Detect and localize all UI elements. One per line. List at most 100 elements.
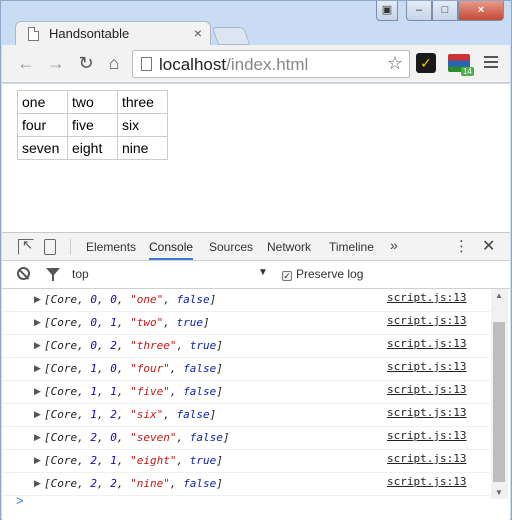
table-cell[interactable]: seven <box>17 136 68 160</box>
console-scrollbar[interactable]: ▲ ▼ <box>491 289 508 499</box>
console-entry[interactable]: ▶ [Core, 2, 1, "eight", true] script.js:13 <box>2 450 490 473</box>
devtools-menu-icon[interactable]: ⋮ <box>454 237 469 255</box>
scrollbar-thumb[interactable] <box>493 322 505 482</box>
back-icon[interactable]: ← <box>14 51 38 75</box>
inspect-element-icon[interactable] <box>18 237 34 255</box>
page-content: one two three four five six seven eight nine <box>2 84 510 232</box>
source-link[interactable]: script.js:13 <box>387 383 466 396</box>
console-message: [Core, 0, 0, "one", false] <box>44 293 217 306</box>
console-entry[interactable]: ▶ [Core, 2, 2, "nine", false] script.js:13 <box>2 473 490 496</box>
flag-value: false <box>183 477 217 490</box>
console-entry[interactable]: ▶ [Core, 1, 2, "six", false] script.js:13 <box>2 404 490 427</box>
console-message: [Core, 2, 0, "seven", false] <box>44 431 230 444</box>
chevron-down-icon[interactable]: ▼ <box>258 267 268 278</box>
menu-icon[interactable] <box>484 53 498 73</box>
scroll-up-icon[interactable]: ▲ <box>495 291 503 300</box>
table-cell[interactable]: two <box>67 90 118 114</box>
col-index: 0 <box>110 293 117 306</box>
user-profile-icon[interactable]: ▣ <box>376 1 398 21</box>
expand-triangle-icon[interactable]: ▶ <box>34 363 41 374</box>
col-index: 1 <box>110 316 117 329</box>
bookmark-star-icon[interactable]: ☆ <box>387 53 403 74</box>
console-message: [Core, 0, 1, "two", true] <box>44 316 210 329</box>
tab-timeline[interactable]: Timeline <box>329 240 374 254</box>
source-link[interactable]: script.js:13 <box>387 452 466 465</box>
cell-value: "seven" <box>130 431 177 444</box>
extension-calendar-icon[interactable] <box>448 54 475 76</box>
divider <box>70 239 71 255</box>
source-link[interactable]: script.js:13 <box>387 360 466 373</box>
address-bar[interactable]: localhost/index.html ☆ <box>132 50 410 78</box>
tab-strip: Handsontable × ▣ – □ × <box>1 1 511 47</box>
source-link[interactable]: script.js:13 <box>387 429 466 442</box>
clear-console-icon[interactable] <box>17 267 30 280</box>
source-link[interactable]: script.js:13 <box>387 314 466 327</box>
devtools-panel: Elements Console Sources Network Timelin… <box>2 232 510 520</box>
table-cell[interactable]: four <box>17 113 68 137</box>
device-mode-icon[interactable] <box>44 239 56 255</box>
console-entry[interactable]: ▶ [Core, 0, 2, "three", true] script.js:13 <box>2 335 490 358</box>
table-row: four five six <box>17 113 168 137</box>
table-cell[interactable]: six <box>117 113 168 137</box>
source-link[interactable]: script.js:13 <box>387 337 466 350</box>
tab-sources[interactable]: Sources <box>209 240 253 254</box>
table-cell[interactable]: three <box>117 90 168 114</box>
flag-value: false <box>183 385 217 398</box>
table-row: seven eight nine <box>17 136 168 160</box>
expand-triangle-icon[interactable]: ▶ <box>34 455 41 466</box>
browser-tab[interactable]: Handsontable × <box>15 21 211 47</box>
expand-triangle-icon[interactable]: ▶ <box>34 294 41 305</box>
extension-icon[interactable]: ✓ <box>416 53 436 73</box>
console-prompt[interactable]: > <box>16 493 24 508</box>
row-index: 2 <box>90 431 97 444</box>
table-cell[interactable]: nine <box>117 136 168 160</box>
console-entry[interactable]: ▶ [Core, 2, 0, "seven", false] script.js:1… <box>2 427 490 450</box>
tab-close-icon[interactable]: × <box>194 25 202 41</box>
new-tab-button[interactable] <box>211 27 251 45</box>
tab-console[interactable]: Console <box>149 240 194 260</box>
console-entry[interactable]: ▶ [Core, 1, 0, "four", false] script.js:13 <box>2 358 490 381</box>
expand-triangle-icon[interactable]: ▶ <box>34 386 41 397</box>
source-link[interactable]: script.js:13 <box>387 406 466 419</box>
console-entry[interactable]: ▶ [Core, 0, 1, "two", true] script.js:13 <box>2 312 490 335</box>
maximize-button[interactable]: □ <box>432 1 458 21</box>
tab-elements[interactable]: Elements <box>86 240 136 254</box>
console-entry[interactable]: ▶ [Core, 0, 0, "one", false] script.js:13 <box>2 289 490 312</box>
page-icon <box>28 27 39 41</box>
flag-value: false <box>183 362 217 375</box>
checkbox-checked-icon[interactable]: ✓ <box>282 271 292 281</box>
row-index: 2 <box>90 477 97 490</box>
expand-triangle-icon[interactable]: ▶ <box>34 478 41 489</box>
filter-icon[interactable] <box>46 268 60 281</box>
context-selector[interactable]: top <box>72 267 89 281</box>
console-message: [Core, 1, 2, "six", false] <box>44 408 217 421</box>
devtools-close-icon[interactable]: ✕ <box>482 236 495 256</box>
col-index: 0 <box>110 431 117 444</box>
source-link[interactable]: script.js:13 <box>387 475 466 488</box>
forward-icon[interactable]: → <box>44 51 68 75</box>
table-cell[interactable]: five <box>67 113 118 137</box>
flag-value: false <box>176 408 210 421</box>
close-window-button[interactable]: × <box>458 1 504 21</box>
console-message: [Core, 2, 2, "nine", false] <box>44 477 223 490</box>
console-message: [Core, 2, 1, "eight", true] <box>44 454 223 467</box>
more-tabs-icon[interactable]: » <box>390 237 398 253</box>
col-index: 1 <box>110 385 117 398</box>
cell-value: "six" <box>130 408 164 421</box>
preserve-log-checkbox[interactable]: ✓ Preserve log <box>282 267 363 281</box>
table-cell[interactable]: one <box>17 90 68 114</box>
reload-icon[interactable]: ↻ <box>74 51 98 75</box>
console-entry[interactable]: ▶ [Core, 1, 1, "five", false] script.js:13 <box>2 381 490 404</box>
expand-triangle-icon[interactable]: ▶ <box>34 409 41 420</box>
expand-triangle-icon[interactable]: ▶ <box>34 432 41 443</box>
home-icon[interactable]: ⌂ <box>102 51 126 75</box>
page-info-icon[interactable] <box>141 57 152 71</box>
tab-network[interactable]: Network <box>267 240 311 254</box>
expand-triangle-icon[interactable]: ▶ <box>34 340 41 351</box>
expand-triangle-icon[interactable]: ▶ <box>34 317 41 328</box>
minimize-button[interactable]: – <box>406 1 432 21</box>
source-link[interactable]: script.js:13 <box>387 291 466 304</box>
url-text[interactable]: localhost/index.html <box>159 55 308 75</box>
scroll-down-icon[interactable]: ▼ <box>495 488 503 497</box>
table-cell[interactable]: eight <box>67 136 118 160</box>
